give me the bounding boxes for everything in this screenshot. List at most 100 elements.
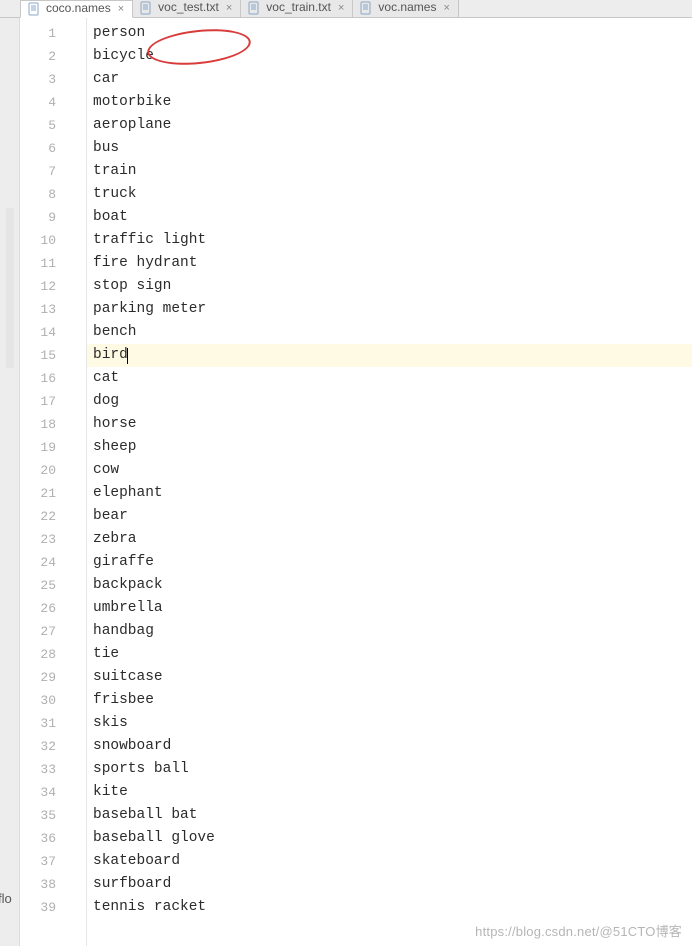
code-line[interactable]: handbag <box>87 620 692 643</box>
code-text: handbag <box>93 620 154 643</box>
code-text: bear <box>93 505 128 528</box>
line-number: 5 <box>20 114 86 137</box>
tab-label: voc_train.txt <box>266 0 331 14</box>
code-line[interactable]: backpack <box>87 574 692 597</box>
code-text: motorbike <box>93 91 171 114</box>
code-text: giraffe <box>93 551 154 574</box>
code-line[interactable]: train <box>87 160 692 183</box>
line-number: 1 <box>20 22 86 45</box>
code-text: fire hydrant <box>93 252 197 275</box>
code-line[interactable]: fire hydrant <box>87 252 692 275</box>
code-text: cat <box>93 367 119 390</box>
code-line[interactable]: stop sign <box>87 275 692 298</box>
line-number: 37 <box>20 850 86 873</box>
left-margin-strip <box>0 18 20 946</box>
code-line[interactable]: tennis racket <box>87 896 692 919</box>
code-line[interactable]: horse <box>87 413 692 436</box>
line-number: 15 <box>20 344 86 367</box>
code-line[interactable]: giraffe <box>87 551 692 574</box>
tab-voc_test-txt[interactable]: voc_test.txt × <box>133 0 241 17</box>
line-number: 34 <box>20 781 86 804</box>
tab-label: voc.names <box>378 0 436 14</box>
code-line[interactable]: sheep <box>87 436 692 459</box>
code-line[interactable]: bird <box>87 344 692 367</box>
code-line[interactable]: baseball glove <box>87 827 692 850</box>
code-line[interactable]: bicycle <box>87 45 692 68</box>
line-number: 22 <box>20 505 86 528</box>
code-text: baseball bat <box>93 804 197 827</box>
line-number: 7 <box>20 160 86 183</box>
editor-area: 1234567891011121314151617181920212223242… <box>0 18 692 946</box>
editor-window: coco.names×voc_test.txt×voc_train.txt×vo… <box>0 0 692 946</box>
code-line[interactable]: boat <box>87 206 692 229</box>
code-line[interactable]: suitcase <box>87 666 692 689</box>
tab-label: voc_test.txt <box>158 0 219 14</box>
close-icon[interactable]: × <box>336 2 344 14</box>
line-number: 33 <box>20 758 86 781</box>
code-line[interactable]: cat <box>87 367 692 390</box>
line-number: 25 <box>20 574 86 597</box>
code-text: cow <box>93 459 119 482</box>
code-text: traffic light <box>93 229 206 252</box>
code-line[interactable]: umbrella <box>87 597 692 620</box>
tab-voc-names[interactable]: voc.names × <box>353 0 458 17</box>
tab-coco-names[interactable]: coco.names× <box>20 0 133 18</box>
code-text: car <box>93 68 119 91</box>
code-line[interactable]: skis <box>87 712 692 735</box>
code-text: frisbee <box>93 689 154 712</box>
close-icon[interactable]: × <box>224 2 232 14</box>
code-text: train <box>93 160 137 183</box>
code-line[interactable]: bench <box>87 321 692 344</box>
code-line[interactable]: skateboard <box>87 850 692 873</box>
line-number: 31 <box>20 712 86 735</box>
line-number: 28 <box>20 643 86 666</box>
code-line[interactable]: dog <box>87 390 692 413</box>
code-line[interactable]: motorbike <box>87 91 692 114</box>
code-line[interactable]: bear <box>87 505 692 528</box>
file-icon <box>139 1 153 15</box>
code-text: parking meter <box>93 298 206 321</box>
line-number: 20 <box>20 459 86 482</box>
line-number: 13 <box>20 298 86 321</box>
line-number: 3 <box>20 68 86 91</box>
code-text: bench <box>93 321 137 344</box>
code-line[interactable]: elephant <box>87 482 692 505</box>
code-text: skateboard <box>93 850 180 873</box>
line-number: 26 <box>20 597 86 620</box>
line-number: 12 <box>20 275 86 298</box>
code-line[interactable]: surfboard <box>87 873 692 896</box>
code-line[interactable]: aeroplane <box>87 114 692 137</box>
code-text: backpack <box>93 574 163 597</box>
line-number: 24 <box>20 551 86 574</box>
line-number: 2 <box>20 45 86 68</box>
line-number: 29 <box>20 666 86 689</box>
code-line[interactable]: cow <box>87 459 692 482</box>
close-icon[interactable]: × <box>116 3 124 15</box>
code-line[interactable]: bus <box>87 137 692 160</box>
code-line[interactable]: kite <box>87 781 692 804</box>
code-text: stop sign <box>93 275 171 298</box>
tab-voc_train-txt[interactable]: voc_train.txt × <box>241 0 353 17</box>
code-line[interactable]: snowboard <box>87 735 692 758</box>
code-line[interactable]: parking meter <box>87 298 692 321</box>
code-text: horse <box>93 413 137 436</box>
code-line[interactable]: sports ball <box>87 758 692 781</box>
close-icon[interactable]: × <box>441 2 449 14</box>
code-text: baseball glove <box>93 827 215 850</box>
code-content[interactable]: personbicyclecarmotorbikeaeroplanebustra… <box>87 18 692 946</box>
code-line[interactable]: car <box>87 68 692 91</box>
code-text: bicycle <box>93 45 154 68</box>
tab-bar: coco.names×voc_test.txt×voc_train.txt×vo… <box>0 0 692 18</box>
code-line[interactable]: traffic light <box>87 229 692 252</box>
code-line[interactable]: tie <box>87 643 692 666</box>
code-text: bus <box>93 137 119 160</box>
line-number: 10 <box>20 229 86 252</box>
code-line[interactable]: frisbee <box>87 689 692 712</box>
code-text: tie <box>93 643 119 666</box>
code-line[interactable]: zebra <box>87 528 692 551</box>
line-number: 17 <box>20 390 86 413</box>
code-line[interactable]: truck <box>87 183 692 206</box>
line-number: 23 <box>20 528 86 551</box>
code-line[interactable]: person <box>87 22 692 45</box>
code-line[interactable]: baseball bat <box>87 804 692 827</box>
